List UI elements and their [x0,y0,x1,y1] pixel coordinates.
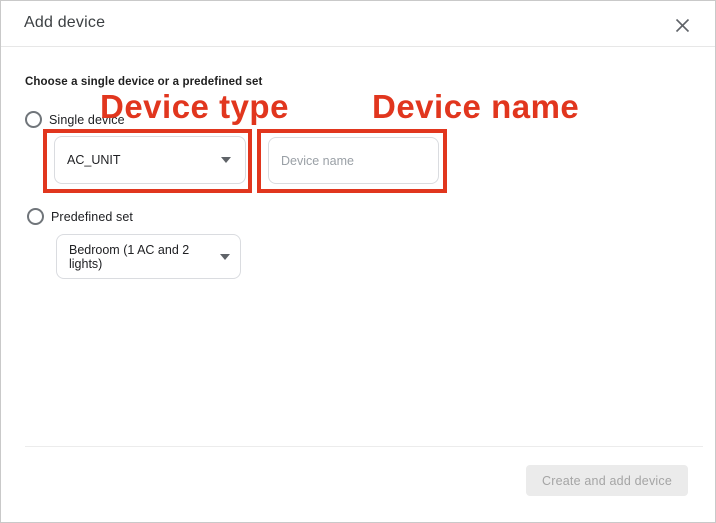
device-name-input[interactable] [268,137,439,184]
single-device-radio[interactable] [25,111,42,128]
predefined-set-selected-value: Bedroom (1 AC and 2 lights) [69,243,212,271]
annotation-device-type-label: Device type [100,88,289,126]
create-and-add-device-button[interactable]: Create and add device [526,465,688,496]
device-type-select[interactable]: AC_UNIT [54,136,246,184]
predefined-set-label: Predefined set [51,210,133,224]
device-type-selected-value: AC_UNIT [67,153,120,167]
footer-divider [25,446,703,447]
chevron-down-icon [220,254,230,260]
chevron-down-icon [221,157,231,163]
single-device-label: Single device [49,113,125,127]
predefined-set-radio[interactable] [27,208,44,225]
close-icon[interactable] [669,12,695,38]
predefined-set-select[interactable]: Bedroom (1 AC and 2 lights) [56,234,241,279]
dialog-title: Add device [24,14,105,32]
close-x-glyph [675,18,690,33]
form-subtitle: Choose a single device or a predefined s… [25,76,262,88]
header-divider [1,46,716,47]
annotation-device-name-label: Device name [372,88,579,126]
add-device-dialog: Add device Choose a single device or a p… [0,0,716,523]
